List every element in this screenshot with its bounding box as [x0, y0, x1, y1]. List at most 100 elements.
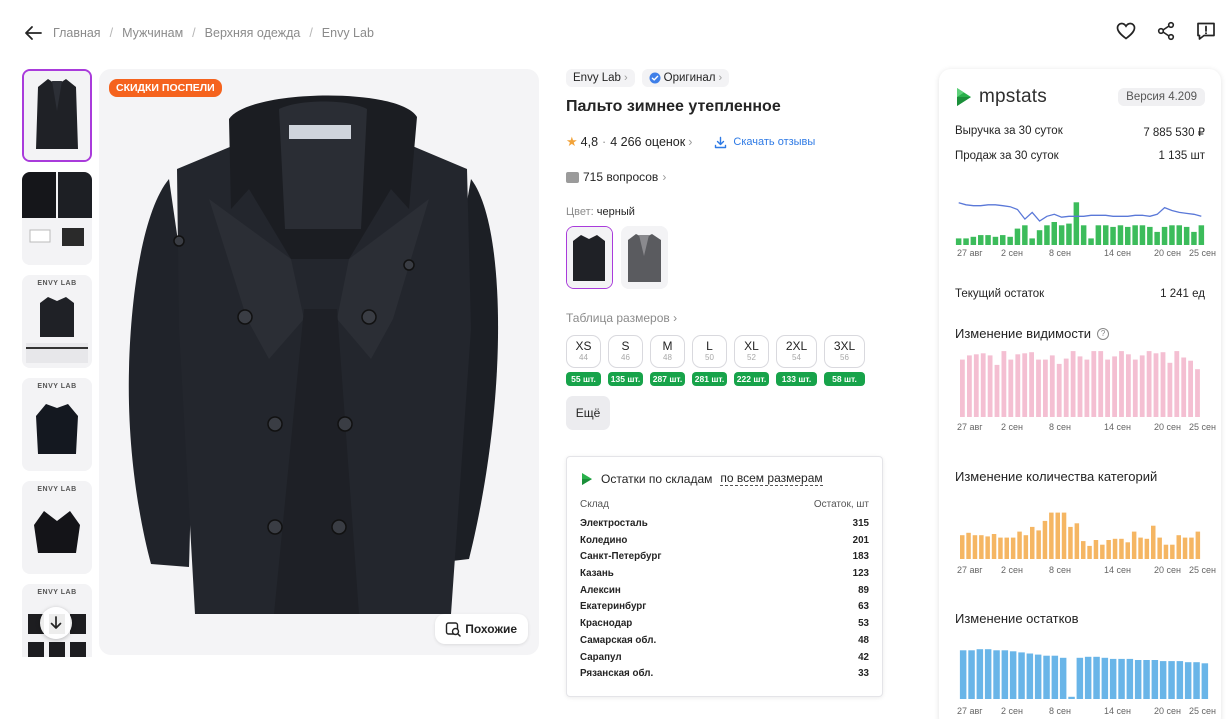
- size-button[interactable]: L 50: [692, 335, 727, 368]
- thumbnail-3[interactable]: ENVY LAB: [22, 275, 92, 368]
- visibility-bar: [1119, 351, 1124, 417]
- report-icon[interactable]: [1195, 20, 1217, 42]
- axis-tick-label: 8 сен: [1049, 706, 1071, 716]
- reviews-link[interactable]: 4 266 оценок: [610, 135, 685, 149]
- size-button[interactable]: M 48: [650, 335, 685, 368]
- axis-tick-label: 2 сен: [1001, 422, 1023, 432]
- thumbnail-5[interactable]: ENVY LAB: [22, 481, 92, 574]
- coat-detail-thumbnail-image: [22, 172, 92, 265]
- heart-icon[interactable]: [1115, 20, 1137, 42]
- visibility-bar: [987, 355, 993, 417]
- categories-bar: [966, 532, 971, 559]
- sales-bar: [1117, 225, 1124, 245]
- size-name: L: [706, 339, 713, 353]
- sweater-thumbnail-image: [36, 404, 78, 454]
- chevron-right-icon: ›: [662, 170, 667, 184]
- info-icon[interactable]: ?: [1097, 327, 1110, 340]
- warehouse-name: Краснодар: [580, 618, 633, 630]
- mpstats-logo[interactable]: mpstats: [955, 86, 1047, 108]
- axis-tick-label: 27 авг: [957, 422, 983, 432]
- size-button[interactable]: XS 44: [566, 335, 601, 368]
- categories-bar: [1061, 512, 1067, 559]
- visibility-section-title: Изменение видимости ?: [955, 326, 1110, 341]
- sales-bar: [1103, 225, 1109, 245]
- categories-bar: [1017, 531, 1022, 559]
- size-button[interactable]: 2XL 54: [776, 335, 817, 368]
- breadcrumb-item-outerwear[interactable]: Верхняя одежда: [205, 26, 301, 40]
- axis-tick-label: 14 сен: [1104, 422, 1131, 432]
- questions-link[interactable]: 715 вопросов ›: [566, 170, 886, 184]
- more-sizes-button[interactable]: Ещё: [566, 396, 610, 430]
- size-name: 2XL: [785, 339, 808, 353]
- categories-bar: [1112, 538, 1118, 559]
- stock-bar: [976, 649, 984, 699]
- warehouse-name: Рязанская обл.: [580, 668, 654, 680]
- categories-bar: [1176, 535, 1181, 559]
- size-filter-dropdown[interactable]: по всем размерам: [720, 471, 823, 486]
- stock-bar: [1084, 656, 1092, 699]
- sales-bar: [978, 235, 984, 245]
- visibility-bar: [1084, 359, 1090, 417]
- image-search-icon: [446, 622, 461, 637]
- questions-count: 715 вопросов: [583, 170, 659, 184]
- thumbnail-4[interactable]: ENVY LAB: [22, 378, 92, 471]
- breadcrumb-item-home[interactable]: Главная: [53, 26, 101, 40]
- size-button[interactable]: XL 52: [734, 335, 769, 368]
- sales-bar: [955, 238, 962, 245]
- axis-tick-label: 2 сен: [1001, 706, 1023, 716]
- size-name: XL: [744, 339, 759, 353]
- categories-chart[interactable]: [959, 509, 1201, 559]
- visibility-bar: [1098, 351, 1104, 417]
- sales-chart[interactable]: [955, 199, 1205, 245]
- size-table-link[interactable]: Таблица размеров ›: [566, 311, 886, 325]
- color-swatch-black[interactable]: [566, 226, 613, 289]
- axis-tick-label: 20 сен: [1154, 422, 1181, 432]
- visibility-bar: [1070, 351, 1076, 417]
- warehouse-title: Остатки по складам: [601, 471, 713, 486]
- stock-bar: [1051, 655, 1059, 699]
- stock-change-title: Изменение остатков: [955, 611, 1079, 626]
- stock-change-chart[interactable]: [959, 647, 1209, 699]
- size-button[interactable]: 3XL 56: [824, 335, 865, 368]
- visibility-chart[interactable]: [959, 349, 1201, 417]
- warehouse-row: Казань 123: [580, 568, 869, 585]
- sales-bar: [1080, 225, 1087, 245]
- categories-bar: [1195, 531, 1201, 559]
- categories-bar: [1023, 535, 1029, 559]
- visibility-bar: [1036, 359, 1041, 417]
- categories-bar: [1100, 544, 1105, 559]
- categories-bar: [1074, 523, 1080, 559]
- original-chip[interactable]: Оригинал ›: [641, 69, 730, 87]
- categories-bar: [960, 535, 965, 559]
- download-reviews-button[interactable]: Скачать отзывы: [714, 136, 815, 149]
- warehouse-qty: 89: [858, 584, 869, 596]
- warehouse-qty: 53: [858, 618, 869, 630]
- visibility-bar: [1043, 359, 1048, 417]
- stock-bar: [1184, 662, 1192, 699]
- similar-products-button[interactable]: Похожие: [435, 614, 528, 644]
- warehouse-qty: 201: [852, 534, 869, 546]
- size-ru: 46: [621, 353, 630, 362]
- breadcrumb-item-brand[interactable]: Envy Lab: [322, 26, 374, 40]
- share-icon[interactable]: [1155, 20, 1177, 42]
- thumbnail-brand-label: ENVY LAB: [37, 486, 77, 493]
- stock-bar: [1201, 663, 1209, 699]
- categories-bar: [1144, 538, 1150, 559]
- size-stock-badge: 55 шт.: [566, 372, 601, 386]
- visibility-bar: [1077, 356, 1083, 417]
- current-stock-label: Текущий остаток: [955, 288, 1045, 300]
- color-swatch-gray[interactable]: [621, 226, 668, 289]
- top-actions: [1115, 20, 1217, 42]
- categories-bar: [1087, 545, 1092, 559]
- visibility-bar: [1008, 359, 1014, 417]
- brand-chip[interactable]: Envy Lab ›: [566, 69, 635, 87]
- thumbnail-1[interactable]: [22, 69, 92, 162]
- back-arrow-icon[interactable]: [22, 22, 44, 44]
- main-product-image[interactable]: СКИДКИ ПОСПЕЛИ Похожие: [99, 69, 539, 655]
- scroll-thumbnails-down-button[interactable]: [40, 607, 72, 639]
- breadcrumb-item-men[interactable]: Мужчинам: [122, 26, 183, 40]
- size-button[interactable]: S 46: [608, 335, 643, 368]
- visibility-chart-axis: 27 авг 2 сен 8 сен 14 сен 20 сен 25 сен: [939, 422, 1221, 434]
- chevron-right-icon: ›: [718, 72, 723, 84]
- thumbnail-2[interactable]: [22, 172, 92, 265]
